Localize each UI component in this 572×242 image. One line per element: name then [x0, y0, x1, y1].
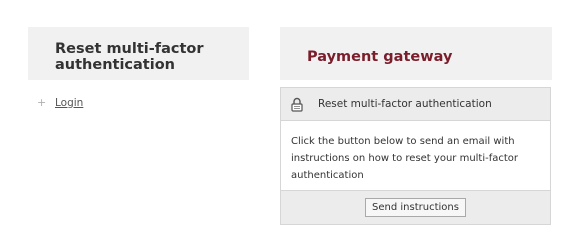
- card-title: Reset multi-factor authentication: [318, 98, 492, 110]
- login-link[interactable]: Login: [55, 97, 83, 109]
- left-panel-header: Reset multi-factor authentication: [28, 27, 249, 80]
- lock-icon: [290, 96, 304, 112]
- nav-item-login[interactable]: + Login: [37, 96, 83, 109]
- plus-icon: +: [37, 96, 47, 109]
- right-panel-header: Payment gateway: [280, 27, 552, 80]
- send-instructions-button[interactable]: Send instructions: [365, 198, 466, 217]
- card-footer: Send instructions: [281, 191, 550, 224]
- card-header: Reset multi-factor authentication: [281, 88, 550, 121]
- app-title: Payment gateway: [307, 49, 453, 65]
- card-description: Click the button below to send an email …: [281, 121, 550, 191]
- reset-mfa-card: Reset multi-factor authentication Click …: [280, 87, 551, 225]
- page-title: Reset multi-factor authentication: [55, 41, 204, 73]
